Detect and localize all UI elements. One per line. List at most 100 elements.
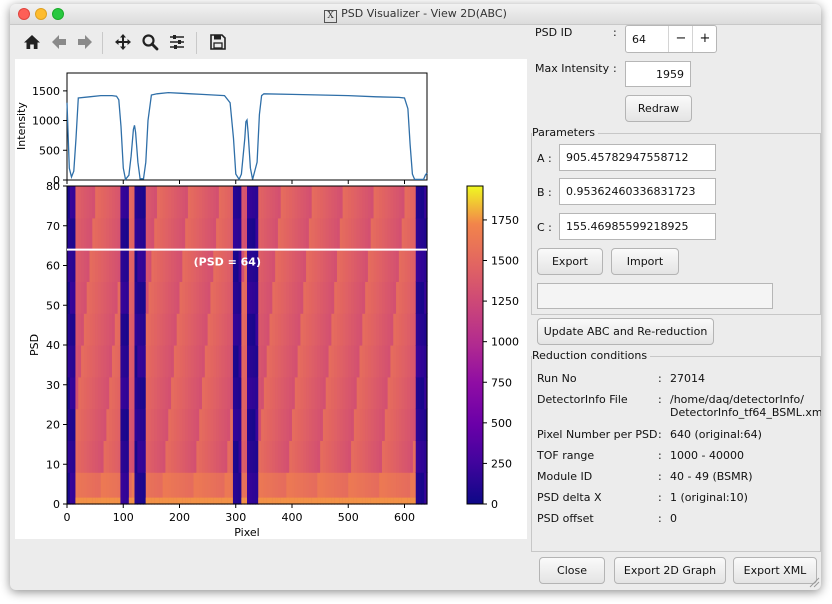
reduction-row-value: 1 (original:10) bbox=[670, 491, 748, 504]
psd-tick-label: 20 bbox=[46, 419, 60, 432]
pan-button[interactable] bbox=[110, 28, 136, 56]
parameters-title: Parameters bbox=[532, 126, 598, 139]
back-button[interactable] bbox=[46, 28, 72, 56]
toolbar-separator bbox=[196, 32, 197, 54]
intensity-ytick-label: 1000 bbox=[32, 115, 60, 128]
reduction-row-label: Run No bbox=[537, 372, 577, 385]
max-intensity-label: Max Intensity bbox=[535, 62, 610, 75]
configure-subplots-button[interactable] bbox=[164, 28, 190, 56]
main-window: X PSD Visualizer - View 2D(ABC) 0 500 10… bbox=[10, 4, 821, 590]
redraw-button[interactable]: Redraw bbox=[625, 95, 692, 122]
plot-toolbar bbox=[14, 28, 524, 58]
reduction-row-label: TOF range bbox=[537, 449, 595, 462]
update-abc-button[interactable]: Update ABC and Re-reduction bbox=[537, 318, 714, 345]
colorbar-tick-label: 1500 bbox=[491, 255, 519, 268]
close-button[interactable]: Close bbox=[539, 557, 605, 584]
psd-tick-label: 70 bbox=[46, 220, 60, 233]
save-icon bbox=[210, 34, 226, 50]
colorbar-tick-label: 1250 bbox=[491, 295, 519, 308]
intensity-axis-label: Intensity bbox=[15, 102, 28, 150]
psd-id-value[interactable]: 64 bbox=[632, 33, 646, 46]
pixel-tick-label: 200 bbox=[169, 511, 190, 524]
colorbar-tick-label: 750 bbox=[491, 376, 512, 389]
colorbar bbox=[466, 185, 484, 505]
reduction-row-colon: : bbox=[658, 512, 662, 525]
colorbar-tick-label: 0 bbox=[491, 498, 498, 511]
reduction-row-value-cont: DetectorInfo_tf64_BSML.xml bbox=[670, 406, 821, 419]
psd-tick-label: 80 bbox=[46, 180, 60, 193]
psd-id-label: PSD ID bbox=[535, 26, 573, 39]
configure-subplots-icon bbox=[170, 35, 184, 49]
intensity-ytick-label: 1500 bbox=[32, 85, 60, 98]
parameters-message-box bbox=[537, 283, 773, 309]
psd-tick-label: 40 bbox=[46, 339, 60, 352]
psd-axis-label: PSD bbox=[28, 334, 41, 356]
psd-id-spinbox: 64 − + bbox=[625, 25, 717, 53]
psd-id-increment-button[interactable]: + bbox=[692, 26, 717, 52]
colorbar-tick-label: 1000 bbox=[491, 336, 519, 349]
pixel-tick-label: 500 bbox=[338, 511, 359, 524]
psd-id-decrement-button[interactable]: − bbox=[668, 26, 693, 52]
psd-tick-label: 0 bbox=[53, 498, 60, 511]
param-c-label: C : bbox=[537, 221, 552, 234]
export-xml-button[interactable]: Export XML bbox=[733, 557, 817, 584]
plot-figure: 050010001500 Intensity (PSD = 64) 0 100 20… bbox=[15, 72, 519, 539]
window-title-text: PSD Visualizer - View 2D(ABC) bbox=[341, 7, 507, 20]
back-arrow-icon bbox=[52, 35, 66, 49]
reduction-row-colon: : bbox=[658, 393, 662, 406]
title-bar: X PSD Visualizer - View 2D(ABC) bbox=[10, 4, 821, 25]
pixel-tick-label: 100 bbox=[113, 511, 134, 524]
reduction-row-colon: : bbox=[658, 372, 662, 385]
resize-grip-icon[interactable] bbox=[808, 576, 820, 588]
param-a-field[interactable]: 905.45782947558712 bbox=[559, 144, 716, 171]
param-b-field[interactable]: 0.95362460336831723 bbox=[559, 178, 716, 205]
pixel-tick-label: 400 bbox=[282, 511, 303, 524]
psd-tick-label: 60 bbox=[46, 260, 60, 273]
heatmap-image bbox=[67, 186, 428, 505]
max-intensity-field[interactable]: 1959 bbox=[625, 61, 691, 87]
reduction-row-colon: : bbox=[658, 428, 662, 441]
colorbar-tick-label: 1750 bbox=[491, 214, 519, 227]
reduction-row-value: /home/daq/detectorInfo/ bbox=[670, 393, 804, 406]
max-intensity-colon: : bbox=[613, 62, 617, 75]
pixel-tick-label: 0 bbox=[64, 511, 71, 524]
forward-arrow-icon bbox=[78, 35, 92, 49]
pixel-tick-label: 600 bbox=[394, 511, 415, 524]
colorbar-tick-label: 250 bbox=[491, 457, 512, 470]
reduction-row-value: 1000 - 40000 bbox=[670, 449, 744, 462]
home-icon bbox=[24, 35, 40, 49]
reduction-row-value: 0 bbox=[670, 512, 677, 525]
export-button[interactable]: Export bbox=[537, 248, 603, 275]
zoom-icon bbox=[142, 34, 159, 51]
reduction-row-label: PSD offset bbox=[537, 512, 594, 525]
zoom-button[interactable] bbox=[137, 28, 163, 56]
colorbar-tick-label: 500 bbox=[491, 417, 512, 430]
x11-app-icon: X bbox=[324, 10, 338, 23]
psd-id-colon: : bbox=[613, 26, 617, 39]
psd-tick-label: 30 bbox=[46, 379, 60, 392]
home-button[interactable] bbox=[19, 28, 45, 56]
reduction-row-label: DetectorInfo File bbox=[537, 393, 628, 406]
param-a-label: A : bbox=[537, 152, 552, 165]
intensity-ytick-label: 500 bbox=[39, 144, 60, 157]
reduction-row-value: 40 - 49 (BSMR) bbox=[670, 470, 753, 483]
reduction-row-label: PSD delta X bbox=[537, 491, 602, 504]
pixel-tick-label: 300 bbox=[225, 511, 246, 524]
export-2d-graph-button[interactable]: Export 2D Graph bbox=[614, 557, 726, 584]
save-figure-button[interactable] bbox=[205, 28, 231, 56]
pixel-axis-label: Pixel bbox=[234, 526, 259, 539]
psd-marker-label: (PSD = 64) bbox=[194, 256, 261, 269]
reduction-row-colon: : bbox=[658, 449, 662, 462]
reduction-conditions-title: Reduction conditions bbox=[532, 349, 651, 362]
toolbar-separator bbox=[102, 32, 103, 54]
reduction-row-colon: : bbox=[658, 491, 662, 504]
plot-canvas[interactable]: 0 500 1000 1500 Intensity (PSD = 64) 0 100 20… bbox=[15, 59, 527, 539]
param-b-label: B : bbox=[537, 186, 552, 199]
pan-icon bbox=[115, 34, 131, 50]
reduction-row-value: 640 (original:64) bbox=[670, 428, 762, 441]
param-c-field[interactable]: 155.46985599218925 bbox=[559, 213, 716, 240]
import-button[interactable]: Import bbox=[611, 248, 679, 275]
psd-tick-label: 10 bbox=[46, 458, 60, 471]
forward-button[interactable] bbox=[72, 28, 98, 56]
psd-tick-label: 50 bbox=[46, 299, 60, 312]
